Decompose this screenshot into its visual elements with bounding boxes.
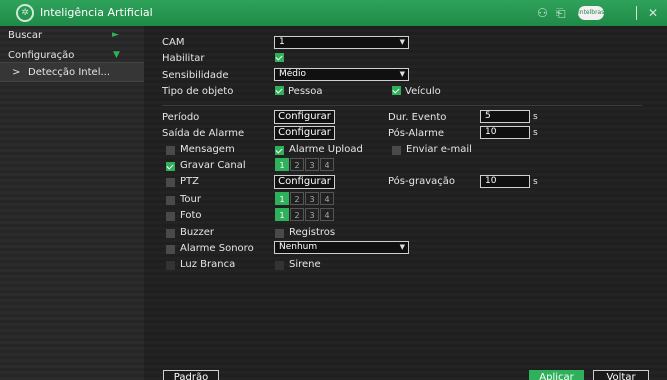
channel-2-toggle[interactable]: 2 bbox=[290, 208, 304, 221]
foto-channels: 1234 bbox=[275, 208, 335, 222]
luz-branca-label: Luz Branca bbox=[180, 259, 236, 270]
habilitar-checkbox[interactable] bbox=[275, 53, 284, 62]
user-icon[interactable]: ⚇ bbox=[537, 6, 548, 20]
pos-alarme-input[interactable]: 10 bbox=[480, 126, 530, 139]
cam-select[interactable]: 1 ▼ bbox=[274, 36, 409, 49]
chevron-down-icon: ▼ bbox=[113, 50, 120, 60]
sidebar-item-label: Configuração bbox=[8, 50, 75, 61]
channel-4-toggle[interactable]: 4 bbox=[320, 208, 334, 221]
channel-1-toggle[interactable]: 1 bbox=[275, 208, 289, 221]
channel-2-toggle[interactable]: 2 bbox=[290, 158, 304, 171]
chevron-down-icon: ▼ bbox=[399, 38, 405, 46]
sidebar-item-buscar[interactable]: Buscar ► bbox=[0, 26, 144, 46]
logout-icon[interactable]: ⎗ bbox=[556, 6, 566, 20]
channel-4-toggle[interactable]: 4 bbox=[320, 192, 334, 205]
alarme-sonoro-select[interactable]: Nenhum ▼ bbox=[274, 241, 409, 254]
sidebar-item-deteccao[interactable]: > Detecção Intel... bbox=[0, 62, 144, 82]
section-divider bbox=[162, 105, 642, 106]
voltar-button[interactable]: Voltar bbox=[593, 370, 649, 380]
ptz-configurar-button[interactable]: Configurar bbox=[274, 175, 335, 189]
sirene-checkbox[interactable] bbox=[275, 261, 284, 270]
dur-evento-input[interactable]: 5 bbox=[480, 110, 530, 123]
periodo-configurar-button[interactable]: Configurar bbox=[274, 110, 335, 124]
pessoa-checkbox[interactable] bbox=[275, 86, 284, 95]
cam-value: 1 bbox=[279, 37, 285, 47]
veiculo-checkbox[interactable] bbox=[392, 86, 401, 95]
sensibilidade-value: Médio bbox=[279, 69, 307, 79]
periodo-label: Período bbox=[162, 112, 200, 123]
alarme-upload-label: Alarme Upload bbox=[289, 144, 363, 155]
registros-checkbox[interactable] bbox=[275, 229, 284, 238]
gravar-canal-label: Gravar Canal bbox=[180, 160, 246, 171]
sidebar-item-label: Detecção Intel... bbox=[28, 67, 111, 78]
luz-branca-checkbox[interactable] bbox=[166, 261, 175, 270]
tour-label: Tour bbox=[180, 194, 201, 205]
habilitar-label: Habilitar bbox=[162, 53, 205, 64]
chevron-down-icon: ▼ bbox=[399, 70, 405, 78]
main-panel: CAM 1 ▼ Habilitar Sensibilidade Médio ▼ Ti… bbox=[144, 26, 667, 380]
padrao-button[interactable]: Padrão bbox=[163, 370, 219, 380]
foto-checkbox[interactable] bbox=[166, 212, 175, 221]
gravar-canal-checkbox[interactable] bbox=[166, 162, 175, 171]
pos-gravacao-label: Pós-gravação bbox=[388, 176, 455, 187]
sidebar: Buscar ► Configuração ▼ > Detecção Intel… bbox=[0, 26, 144, 380]
saida-alarme-label: Saída de Alarme bbox=[162, 128, 245, 139]
channel-3-toggle[interactable]: 3 bbox=[305, 158, 319, 171]
sensibilidade-label: Sensibilidade bbox=[162, 70, 229, 81]
channel-3-toggle[interactable]: 3 bbox=[305, 208, 319, 221]
foto-label: Foto bbox=[180, 210, 202, 221]
ptz-label: PTZ bbox=[180, 176, 199, 187]
pos-gravacao-input[interactable]: 10 bbox=[480, 175, 530, 188]
title-bar: ✲ Inteligência Artificial ⚇ ⎗ Intelbras … bbox=[0, 0, 667, 30]
alarme-upload-checkbox[interactable] bbox=[275, 146, 284, 155]
sidebar-item-label: Buscar bbox=[8, 30, 43, 41]
ptz-checkbox[interactable] bbox=[166, 178, 175, 187]
aplicar-button[interactable]: Aplicar bbox=[529, 370, 584, 380]
arrow-right-icon: ► bbox=[112, 30, 119, 40]
channel-1-toggle[interactable]: 1 bbox=[275, 192, 289, 205]
buzzer-checkbox[interactable] bbox=[166, 229, 175, 238]
title-separator bbox=[636, 6, 637, 20]
sensibilidade-select[interactable]: Médio ▼ bbox=[274, 68, 409, 81]
dur-evento-unit: s bbox=[533, 112, 538, 122]
pos-alarme-label: Pós-Alarme bbox=[388, 128, 444, 139]
chevron-down-icon: ▼ bbox=[399, 243, 405, 251]
cam-label: CAM bbox=[162, 37, 185, 48]
mensagem-checkbox[interactable] bbox=[166, 146, 175, 155]
mensagem-label: Mensagem bbox=[180, 144, 235, 155]
pos-alarme-unit: s bbox=[533, 128, 538, 138]
channel-2-toggle[interactable]: 2 bbox=[290, 192, 304, 205]
buzzer-label: Buzzer bbox=[180, 227, 214, 238]
dur-evento-label: Dur. Evento bbox=[388, 112, 447, 123]
alarme-sonoro-value: Nenhum bbox=[279, 242, 318, 252]
channel-1-toggle[interactable]: 1 bbox=[275, 158, 289, 171]
cloud-icon[interactable]: Intelbras Cloud bbox=[578, 6, 604, 30]
tour-checkbox[interactable] bbox=[166, 196, 175, 205]
enviar-email-label: Enviar e-mail bbox=[406, 144, 472, 155]
gravar-canal-channels: 1234 bbox=[275, 158, 335, 172]
pos-gravacao-unit: s bbox=[533, 177, 538, 187]
veiculo-label: Veículo bbox=[405, 86, 441, 97]
channel-4-toggle[interactable]: 4 bbox=[320, 158, 334, 171]
enviar-email-checkbox[interactable] bbox=[392, 146, 401, 155]
chevron-right-icon: > bbox=[12, 67, 21, 78]
channel-3-toggle[interactable]: 3 bbox=[305, 192, 319, 205]
pessoa-label: Pessoa bbox=[288, 86, 323, 97]
alarme-sonoro-checkbox[interactable] bbox=[166, 245, 175, 254]
tour-channels: 1234 bbox=[275, 192, 335, 206]
close-icon[interactable]: ✕ bbox=[648, 6, 658, 20]
tipo-objeto-label: Tipo de objeto bbox=[162, 86, 234, 97]
window-title: Inteligência Artificial bbox=[40, 6, 153, 19]
sirene-label: Sirene bbox=[289, 259, 321, 270]
alarme-sonoro-label: Alarme Sonoro bbox=[180, 243, 254, 254]
saida-alarme-configurar-button[interactable]: Configurar bbox=[274, 126, 335, 140]
ai-logo-icon: ✲ bbox=[16, 4, 34, 22]
registros-label: Registros bbox=[289, 227, 336, 238]
